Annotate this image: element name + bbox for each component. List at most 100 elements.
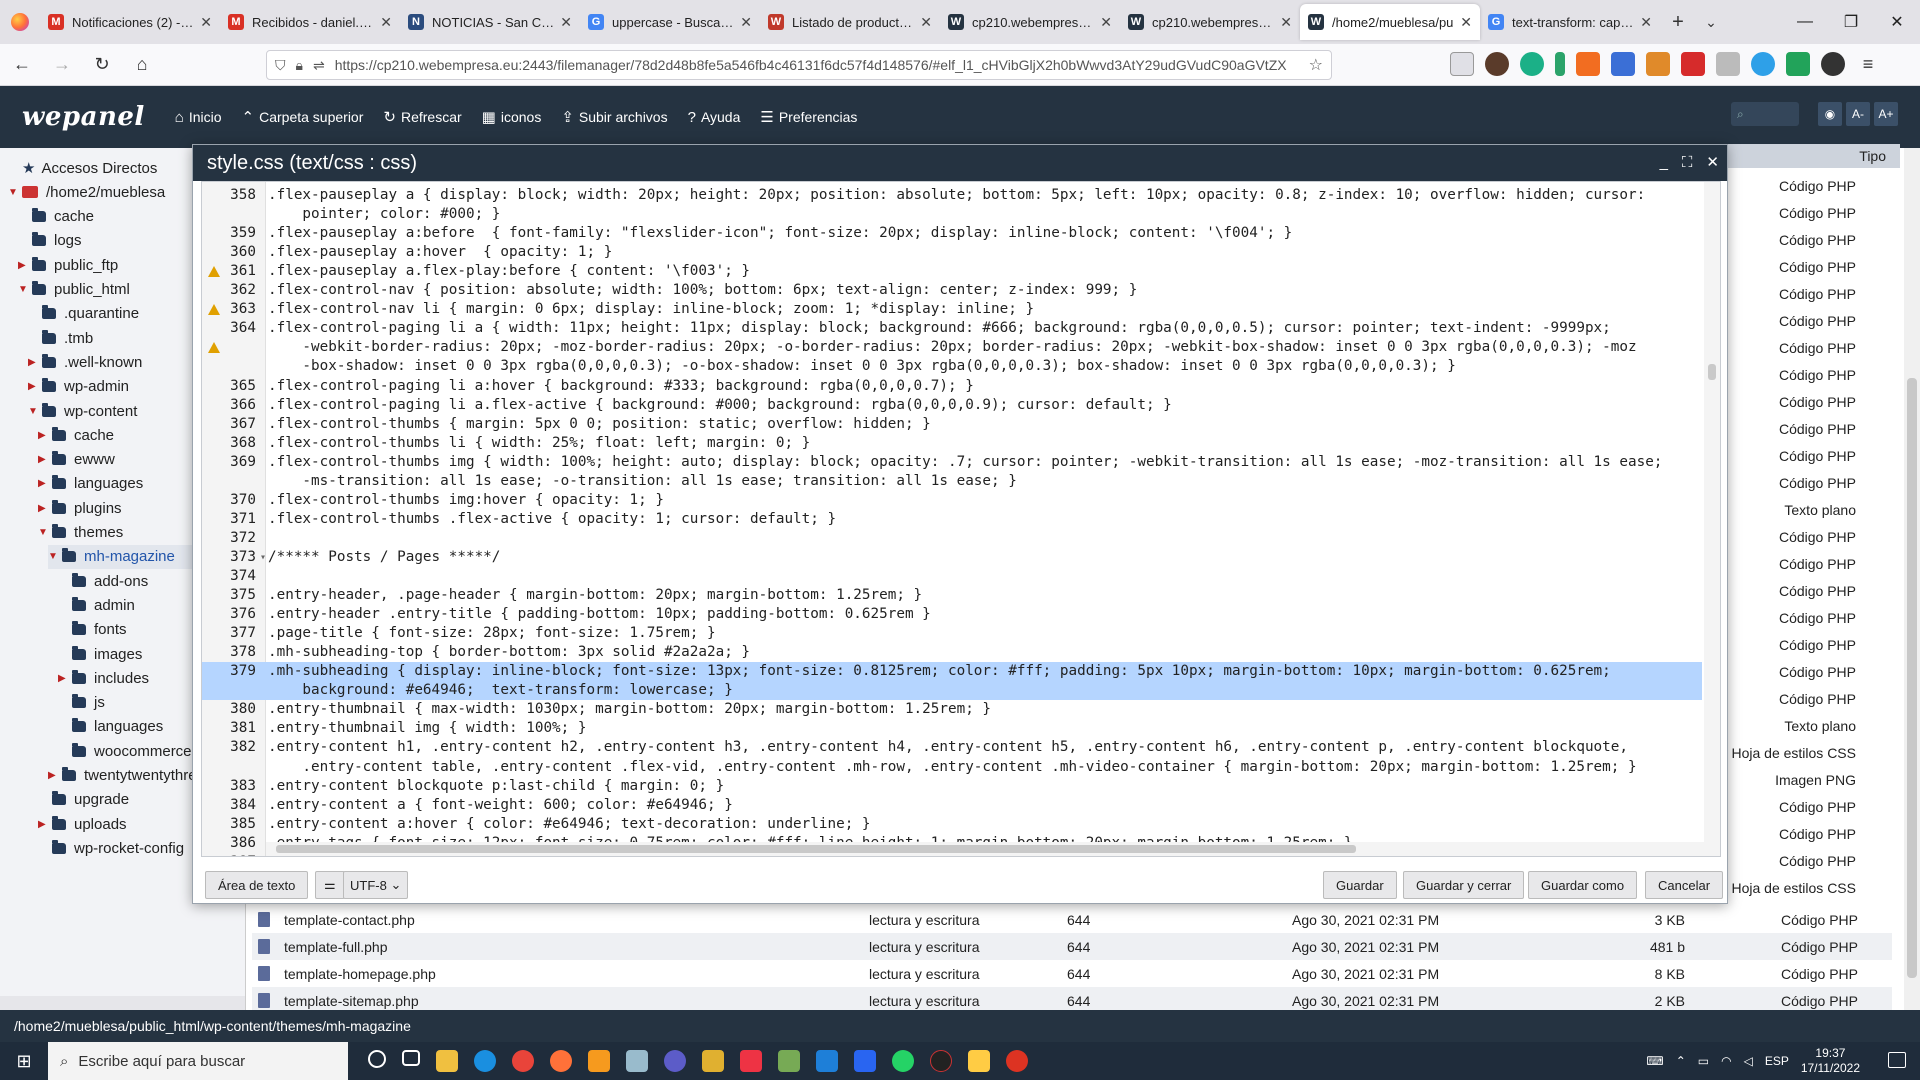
extension-icon[interactable] xyxy=(1821,52,1845,76)
url-text[interactable]: https://cp210.webempresa.eu:2443/fileman… xyxy=(335,57,1309,73)
code-line[interactable]: 378 .mh-subheading-top { border-bottom: 3… xyxy=(202,643,1702,662)
firefox-taskbar-icon[interactable] xyxy=(550,1050,572,1072)
app-icon[interactable] xyxy=(664,1050,686,1072)
close-window-icon[interactable]: ✕ xyxy=(1874,0,1920,44)
tree-item[interactable]: logs xyxy=(18,229,82,253)
code-line[interactable]: 377 .page-title { font-size: 28px; font-s… xyxy=(202,624,1702,643)
app-icon[interactable] xyxy=(854,1050,876,1072)
encoding-select[interactable]: UTF-8 ⌄ xyxy=(343,871,409,899)
editor-horizontal-scrollbar[interactable] xyxy=(266,842,1706,856)
tree-item[interactable]: ▼ wp-content xyxy=(28,399,137,423)
extension-icon[interactable] xyxy=(1681,52,1705,76)
tree-item[interactable]: cache xyxy=(18,205,94,229)
file-row[interactable]: template-full.php lectura y escritura 644 A… xyxy=(252,933,1892,960)
app-icon[interactable] xyxy=(968,1050,990,1072)
code-line[interactable]: 379 .mh-subheading { display: inline-bloc… xyxy=(202,662,1702,682)
language-indicator[interactable]: ESP xyxy=(1765,1054,1789,1068)
close-tab-icon[interactable]: ✕ xyxy=(560,14,572,31)
edge-icon[interactable] xyxy=(474,1050,496,1072)
tree-item[interactable]: ▶ ewww xyxy=(38,448,115,472)
code-line[interactable]: 385 .entry-content a:hover { color: #e649… xyxy=(202,815,1702,834)
cancel-button[interactable]: Cancelar xyxy=(1645,871,1724,899)
browser-tab[interactable]: Guppercase - Buscar con ✕ xyxy=(580,4,760,40)
browser-tab[interactable]: W Listado de productos - ✕ xyxy=(760,4,940,40)
tree-item[interactable]: add-ons xyxy=(58,569,148,593)
file-row[interactable]: template-homepage.php lectura y escritura… xyxy=(252,960,1892,987)
tree-item[interactable]: js xyxy=(58,691,105,715)
app-icon[interactable] xyxy=(930,1050,952,1072)
close-tab-icon[interactable]: ✕ xyxy=(1280,14,1292,31)
tree-item[interactable]: ▶ includes xyxy=(58,666,149,690)
reload-icon[interactable]: ↻ xyxy=(84,47,120,83)
close-tab-icon[interactable]: ✕ xyxy=(380,14,392,31)
minimize-icon[interactable]: — xyxy=(1782,0,1828,44)
app-icon[interactable] xyxy=(702,1050,724,1072)
fold-arrow-icon[interactable]: ▾ xyxy=(260,548,266,567)
pocket-icon[interactable] xyxy=(1450,52,1474,76)
code-line[interactable]: 384 .entry-content a { font-weight: 600; … xyxy=(202,796,1702,815)
extension-icon[interactable] xyxy=(1646,52,1670,76)
volume-icon[interactable]: ◁ xyxy=(1744,1054,1753,1068)
toolbar-item[interactable]: ⌃ Carpeta superior xyxy=(242,108,364,126)
close-dialog-icon[interactable]: ✕ xyxy=(1706,145,1719,181)
battery-icon[interactable]: ▭ xyxy=(1698,1054,1709,1068)
code-line[interactable]: pointer; color: #000; } xyxy=(202,205,1702,224)
tree-item[interactable]: ▶ public_ftp xyxy=(18,253,118,277)
code-line[interactable]: 372 xyxy=(202,529,1702,548)
tree-item[interactable]: ▶ uploads xyxy=(38,812,127,836)
code-line[interactable]: 361 .flex-pauseplay a.flex-play:before { … xyxy=(202,262,1702,281)
code-line[interactable]: -webkit-border-radius: 20px; -moz-border… xyxy=(202,338,1702,357)
code-line[interactable]: -box-shadow: inset 0 0 3px rgba(0,0,0,0.… xyxy=(202,357,1702,376)
browser-tab[interactable]: M Recibidos - daniel.verti ✕ xyxy=(220,4,400,40)
expand-arrow-icon[interactable]: ▼ xyxy=(8,187,20,198)
browser-tab[interactable]: W/home2/mueblesa/pu ✕ xyxy=(1300,4,1480,40)
chevron-up-icon[interactable]: ⌃ xyxy=(1676,1054,1686,1068)
search-input[interactable]: ⌕ xyxy=(1731,102,1799,126)
extension-icon[interactable] xyxy=(1751,52,1775,76)
chrome-icon[interactable] xyxy=(512,1050,534,1072)
tree-item[interactable]: ▶ wp-admin xyxy=(28,375,129,399)
settings-icon[interactable]: ⚌ xyxy=(315,871,345,899)
notifications-icon[interactable] xyxy=(1888,1052,1906,1068)
code-line[interactable]: 380 .entry-thumbnail { max-width: 1030px;… xyxy=(202,700,1702,719)
home-icon[interactable]: ⌂ xyxy=(124,47,160,83)
extension-icon[interactable] xyxy=(1611,52,1635,76)
maximize-dialog-icon[interactable]: ⛶ xyxy=(1682,145,1693,181)
code-line[interactable]: 360 .flex-pauseplay a:hover { opacity: 1;… xyxy=(202,243,1702,262)
cortana-icon[interactable] xyxy=(368,1050,386,1068)
editor-vertical-scrollbar[interactable] xyxy=(1704,182,1720,856)
url-bar[interactable]: ⛉ 🔒︎ ⇌ https://cp210.webempresa.eu:2443/… xyxy=(266,50,1332,80)
view-tool-button[interactable]: A- xyxy=(1846,102,1870,126)
code-line[interactable]: 369 .flex-control-thumbs img { width: 100… xyxy=(202,453,1702,472)
lock-icon[interactable]: 🔒︎ xyxy=(296,57,303,74)
code-line[interactable]: 371 .flex-control-thumbs .flex-active { o… xyxy=(202,510,1702,529)
menu-icon[interactable]: ≡ xyxy=(1856,52,1880,76)
expand-arrow-icon[interactable]: ▶ xyxy=(38,478,50,489)
expand-arrow-icon[interactable]: ▶ xyxy=(28,357,40,368)
code-line[interactable]: 370 .flex-control-thumbs img:hover { opac… xyxy=(202,491,1702,510)
expand-arrow-icon[interactable]: ▶ xyxy=(38,819,50,830)
tree-item[interactable]: languages xyxy=(58,715,163,739)
forward-icon[interactable]: → xyxy=(44,47,80,83)
close-tab-icon[interactable]: ✕ xyxy=(1100,14,1112,31)
browser-tab[interactable]: Wcp210.webempresa.eu ✕ xyxy=(1120,4,1300,40)
permissions-icon[interactable]: ⇌ xyxy=(313,57,325,74)
browser-tab[interactable]: M Notificaciones (2) - nid ✕ xyxy=(40,4,220,40)
expand-arrow-icon[interactable]: ▶ xyxy=(18,260,30,271)
close-tab-icon[interactable]: ✕ xyxy=(1640,14,1652,31)
code-line[interactable]: 374 xyxy=(202,567,1702,586)
toolbar-item[interactable]: ? Ayuda xyxy=(688,109,741,126)
type-column-header[interactable]: Tipo xyxy=(1720,144,1900,168)
code-line[interactable]: 368 .flex-control-thumbs li { width: 25%;… xyxy=(202,434,1702,453)
tree-item[interactable]: woocommerce xyxy=(58,739,192,763)
task-view-icon[interactable] xyxy=(402,1050,420,1066)
tree-item[interactable]: ▶ cache xyxy=(38,423,114,447)
app-icon[interactable] xyxy=(626,1050,648,1072)
code-line[interactable]: background: #e64946; text-transform: low… xyxy=(202,681,1702,701)
back-icon[interactable]: ← xyxy=(4,47,40,83)
code-line[interactable]: 358 .flex-pauseplay a { display: block; w… xyxy=(202,186,1702,205)
close-tab-icon[interactable]: ✕ xyxy=(200,14,212,31)
code-line[interactable]: 375 .entry-header, .page-header { margin-… xyxy=(202,586,1702,605)
expand-arrow-icon[interactable]: ▶ xyxy=(38,503,50,514)
tree-item[interactable]: ▼ themes xyxy=(38,521,123,545)
